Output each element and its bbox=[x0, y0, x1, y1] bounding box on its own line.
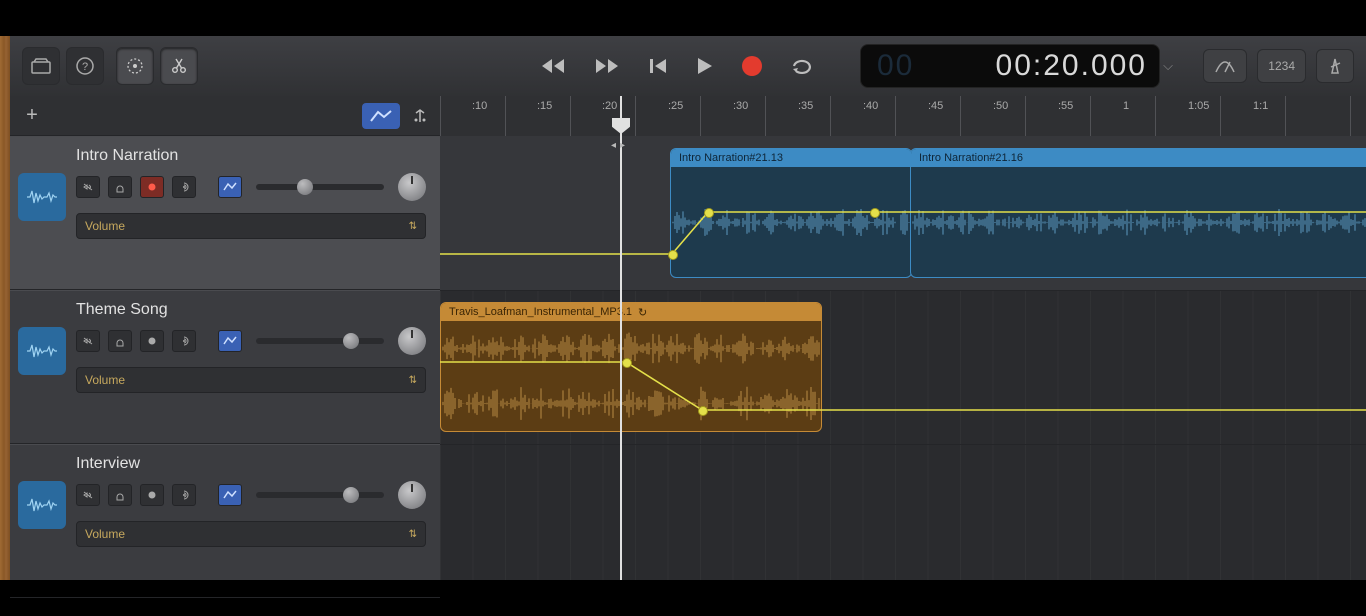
track-header[interactable]: Theme Song Volume ⇅ bbox=[10, 290, 440, 444]
playhead-nudge-icon: ◂▸ bbox=[611, 140, 629, 151]
record-enable-button[interactable] bbox=[140, 176, 164, 198]
record-button[interactable] bbox=[742, 56, 762, 76]
volume-slider[interactable] bbox=[256, 184, 384, 190]
add-track-button[interactable]: + bbox=[18, 102, 46, 130]
audio-clip[interactable]: Travis_Loafman_Instrumental_MP3.1 ↻ bbox=[440, 302, 822, 432]
automation-point[interactable] bbox=[704, 208, 714, 218]
count-in-button[interactable]: 1234 bbox=[1257, 49, 1306, 83]
automation-point[interactable] bbox=[622, 358, 632, 368]
automation-param-select[interactable]: Volume ⇅ bbox=[76, 521, 426, 547]
record-enable-button[interactable] bbox=[140, 330, 164, 352]
go-to-start-button[interactable] bbox=[648, 57, 668, 75]
ruler-tick: :15 bbox=[537, 100, 552, 112]
volume-slider[interactable] bbox=[256, 338, 384, 344]
ruler-tick: :45 bbox=[928, 100, 943, 112]
lcd-ghost-digits: 00 bbox=[877, 49, 914, 83]
lcd-mode-dropdown[interactable]: ⌵ bbox=[1160, 44, 1176, 88]
fast-forward-button[interactable] bbox=[594, 57, 620, 75]
chevron-updown-icon: ⇅ bbox=[409, 375, 417, 386]
time-display[interactable]: 00 00:20.000 bbox=[860, 44, 1160, 88]
input-monitor-button[interactable] bbox=[172, 330, 196, 352]
automation-param-select[interactable]: Volume ⇅ bbox=[76, 367, 426, 393]
mute-button[interactable] bbox=[76, 330, 100, 352]
track-header[interactable]: Interview Volume ⇅ bbox=[10, 444, 440, 598]
tracks-area: Intro Narration#21.13 Intro Narration#21.… bbox=[440, 136, 1366, 580]
input-monitor-button[interactable] bbox=[172, 176, 196, 198]
cycle-button[interactable] bbox=[790, 56, 814, 76]
pan-knob[interactable] bbox=[398, 173, 426, 201]
lcd-display: 00 00:20.000 ⌵ bbox=[860, 36, 1176, 96]
ruler-tick: :40 bbox=[863, 100, 878, 112]
input-monitor-button[interactable] bbox=[172, 484, 196, 506]
clip-label: Intro Narration#21.16 bbox=[919, 152, 1023, 164]
track-automation-button[interactable] bbox=[218, 484, 242, 506]
help-button[interactable]: ? bbox=[66, 47, 104, 85]
scissors-button[interactable] bbox=[160, 47, 198, 85]
track-name: Interview bbox=[76, 455, 426, 473]
mute-button[interactable] bbox=[76, 176, 100, 198]
top-toolbar: ? 00 00:20.000 ⌵ 1234 bbox=[10, 36, 1366, 96]
automation-param-label: Volume bbox=[85, 219, 125, 233]
track-name: Intro Narration bbox=[76, 147, 426, 165]
ruler-tick: :30 bbox=[733, 100, 748, 112]
track-type-icon bbox=[18, 481, 66, 529]
track-headers-panel: + Intro Narration Volume ⇅ bbox=[10, 96, 440, 580]
ruler-tick: :55 bbox=[1058, 100, 1073, 112]
rewind-button[interactable] bbox=[540, 57, 566, 75]
ruler-tick: :10 bbox=[472, 100, 487, 112]
timeline[interactable]: :10 :15 :20 :25 :30 :35 :40 :45 :50 :55 1 1:05 1:1 I… bbox=[440, 96, 1366, 580]
clip-label: Intro Narration#21.13 bbox=[679, 152, 783, 164]
record-enable-button[interactable] bbox=[140, 484, 164, 506]
automation-param-select[interactable]: Volume ⇅ bbox=[76, 213, 426, 239]
ruler-tick: :20 bbox=[602, 100, 617, 112]
track-automation-button[interactable] bbox=[218, 176, 242, 198]
play-button[interactable] bbox=[696, 56, 714, 76]
chevron-updown-icon: ⇅ bbox=[409, 221, 417, 232]
smart-controls-button[interactable] bbox=[116, 47, 154, 85]
track-type-icon bbox=[18, 327, 66, 375]
automation-point[interactable] bbox=[870, 208, 880, 218]
chevron-updown-icon: ⇅ bbox=[409, 529, 417, 540]
clip-label: Travis_Loafman_Instrumental_MP3.1 bbox=[449, 306, 632, 318]
library-button[interactable] bbox=[22, 47, 60, 85]
ruler-tick: 1 bbox=[1123, 100, 1129, 112]
ruler-tick: :35 bbox=[798, 100, 813, 112]
lcd-time-value: 00:20.000 bbox=[996, 49, 1147, 83]
automation-param-label: Volume bbox=[85, 373, 125, 387]
tuner-button[interactable] bbox=[1203, 49, 1247, 83]
svg-text:?: ? bbox=[82, 61, 88, 73]
volume-slider[interactable] bbox=[256, 492, 384, 498]
track-automation-button[interactable] bbox=[218, 330, 242, 352]
track-filter-button[interactable] bbox=[408, 103, 432, 129]
pan-knob[interactable] bbox=[398, 481, 426, 509]
track-header[interactable]: Intro Narration Volume ⇅ bbox=[10, 136, 440, 290]
automation-point[interactable] bbox=[698, 406, 708, 416]
timeline-lane[interactable] bbox=[440, 444, 1366, 580]
mute-button[interactable] bbox=[76, 484, 100, 506]
automation-toggle[interactable] bbox=[362, 103, 400, 129]
playhead-line[interactable] bbox=[620, 96, 622, 580]
automation-point[interactable] bbox=[668, 250, 678, 260]
time-ruler[interactable]: :10 :15 :20 :25 :30 :35 :40 :45 :50 :55 1 1:05 1:1 bbox=[440, 96, 1366, 137]
metronome-button[interactable] bbox=[1316, 49, 1354, 83]
solo-button[interactable] bbox=[108, 330, 132, 352]
solo-button[interactable] bbox=[108, 176, 132, 198]
track-type-icon bbox=[18, 173, 66, 221]
transport-controls bbox=[540, 56, 814, 76]
ruler-tick: 1:05 bbox=[1188, 100, 1209, 112]
solo-button[interactable] bbox=[108, 484, 132, 506]
count-label: 1234 bbox=[1268, 59, 1295, 73]
audio-clip[interactable]: Intro Narration#21.16 bbox=[910, 148, 1366, 278]
ruler-tick: 1:1 bbox=[1253, 100, 1268, 112]
ruler-tick: :50 bbox=[993, 100, 1008, 112]
ruler-tick: :25 bbox=[668, 100, 683, 112]
pan-knob[interactable] bbox=[398, 327, 426, 355]
automation-param-label: Volume bbox=[85, 527, 125, 541]
track-name: Theme Song bbox=[76, 301, 426, 319]
loop-icon: ↻ bbox=[638, 306, 647, 319]
